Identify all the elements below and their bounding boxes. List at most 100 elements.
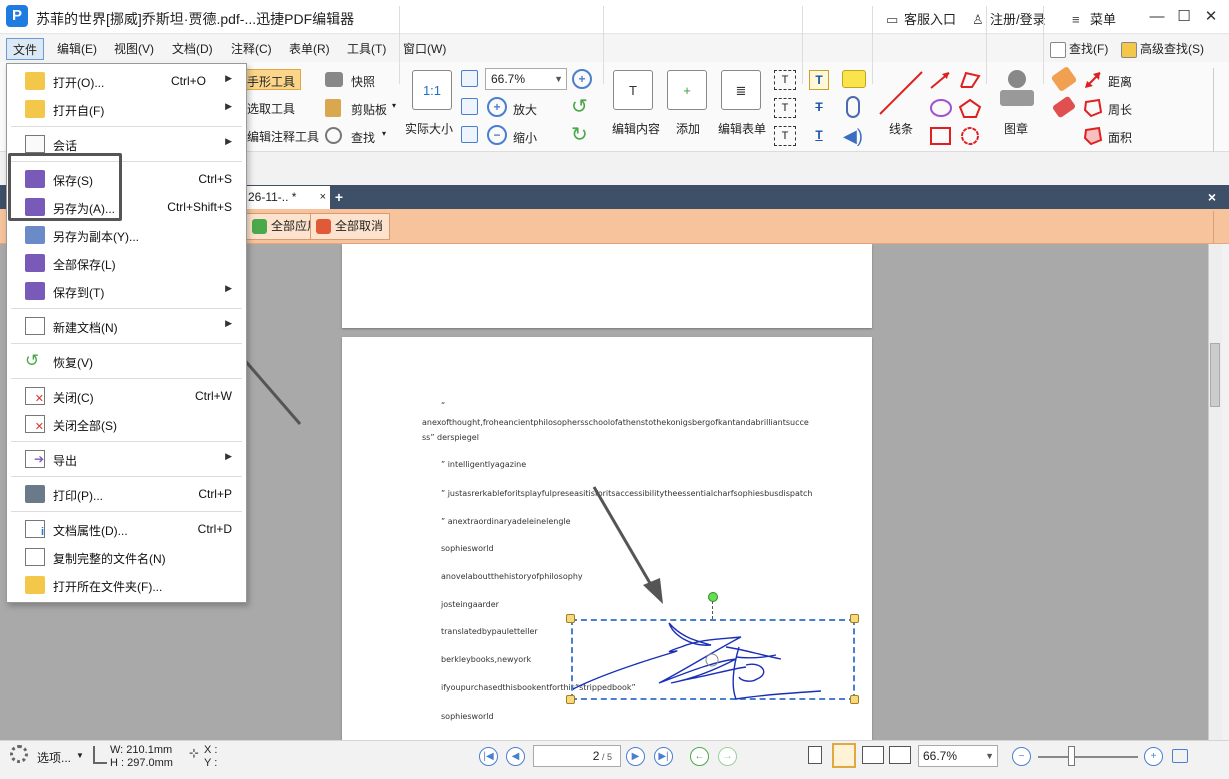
polyline-tool-icon[interactable]: [958, 70, 982, 90]
resize-handle-top-left[interactable]: [566, 614, 575, 623]
menu-tools[interactable]: 工具(T): [341, 38, 392, 60]
menu-item-print[interactable]: 打印(P)... Ctrl+P: [7, 480, 246, 508]
fit-width-icon[interactable]: [461, 98, 478, 115]
menu-form[interactable]: 表单(R): [283, 38, 336, 60]
clipboard-button[interactable]: 剪贴板: [351, 101, 387, 118]
menu-item-save-all[interactable]: 全部保存(L): [7, 249, 246, 277]
tab-close-icon[interactable]: ×: [320, 186, 326, 208]
resize-handle-bottom-right[interactable]: [850, 695, 859, 704]
menu-item-open[interactable]: 打开(O)... Ctrl+O ▶: [7, 67, 246, 95]
zoom-in-button[interactable]: 放大: [513, 101, 537, 118]
continuous-facing-icon[interactable]: [889, 746, 911, 764]
tab-document[interactable]: 26-11-.. * ×: [246, 186, 330, 209]
next-page-button[interactable]: ▶: [626, 747, 645, 766]
scrollbar-thumb[interactable]: [1210, 343, 1220, 407]
rectangle-tool-icon[interactable]: [929, 126, 953, 146]
callout-icon[interactable]: T: [774, 126, 796, 146]
new-tab-button[interactable]: +: [332, 190, 346, 204]
vertical-scrollbar[interactable]: [1208, 244, 1222, 740]
find-button[interactable]: 查找(F): [1050, 38, 1108, 60]
forward-view-button[interactable]: →: [718, 747, 737, 766]
page-number-input[interactable]: 2 / 5: [533, 745, 621, 767]
zoom-tool-icon[interactable]: +: [572, 69, 592, 89]
support-button[interactable]: ▭ 客服入口: [886, 9, 956, 28]
snapshot-button[interactable]: 快照: [351, 73, 375, 90]
continuous-page-icon[interactable]: [832, 743, 856, 768]
add-button[interactable]: 添加: [676, 120, 700, 137]
menu-item-save-copy[interactable]: 另存为副本(Y)...: [7, 221, 246, 249]
menu-item-open-from[interactable]: 打开自(F) ▶: [7, 95, 246, 123]
menu-item-copy-filename[interactable]: 复制完整的文件名(N): [7, 543, 246, 571]
cloud-tool-icon[interactable]: [958, 126, 982, 146]
arrow-tool-icon[interactable]: [929, 70, 953, 90]
status-zoom-select[interactable]: 66.7% ▼: [918, 745, 998, 767]
distance-button[interactable]: 距离: [1108, 73, 1132, 90]
menu-item-document-properties[interactable]: i 文档属性(D)... Ctrl+D: [7, 515, 246, 543]
menu-comment[interactable]: 注释(C): [225, 38, 278, 60]
zoom-in-status-button[interactable]: +: [1144, 747, 1163, 766]
single-page-icon[interactable]: [808, 746, 822, 764]
polygon-tool-icon[interactable]: [958, 98, 982, 118]
menu-item-save-to[interactable]: 保存到(T) ▶: [7, 277, 246, 305]
menu-item-new-document[interactable]: 新建文档(N) ▶: [7, 312, 246, 340]
advanced-find-button[interactable]: 高级查找(S): [1121, 38, 1204, 60]
close-window-button[interactable]: ✕: [1200, 6, 1222, 28]
menu-window[interactable]: 窗口(W): [397, 38, 452, 60]
rotate-left-icon[interactable]: ↺: [571, 97, 588, 117]
menu-item-close[interactable]: ✕ 关闭(C) Ctrl+W: [7, 382, 246, 410]
area-button[interactable]: 面积: [1108, 129, 1132, 146]
zoom-out-status-button[interactable]: −: [1012, 747, 1031, 766]
edit-content-button[interactable]: 编辑内容: [612, 120, 660, 137]
zoom-slider-track[interactable]: [1038, 756, 1138, 758]
zoom-out-button[interactable]: 缩小: [513, 129, 537, 146]
last-page-button[interactable]: ▶|: [654, 747, 673, 766]
menu-file[interactable]: 文件: [6, 38, 45, 60]
toolbar-scroll[interactable]: [1213, 211, 1223, 243]
ribbon-find-button[interactable]: 查找: [351, 129, 375, 146]
ellipse-tool-icon[interactable]: [929, 98, 953, 118]
perimeter-button[interactable]: 周长: [1108, 101, 1132, 118]
options-button[interactable]: 选项...: [37, 749, 71, 766]
close-all-tabs-button[interactable]: ×: [1203, 188, 1221, 206]
fit-page-icon[interactable]: [461, 70, 478, 87]
ribbon-scroll[interactable]: [1213, 68, 1223, 152]
facing-pages-icon[interactable]: [862, 746, 884, 764]
edit-form-button[interactable]: 编辑表单: [718, 120, 766, 137]
resize-handle-bottom-left[interactable]: [566, 695, 575, 704]
typewriter-icon[interactable]: T: [809, 70, 829, 90]
actual-size-button[interactable]: 实际大小: [405, 120, 453, 137]
stamp-button[interactable]: 图章: [1004, 120, 1028, 137]
fit-visible-icon[interactable]: [461, 126, 478, 143]
login-button[interactable]: ♙ 注册/登录: [972, 9, 1046, 28]
app-menu-button[interactable]: ≡ 菜单: [1072, 9, 1116, 28]
underline-icon[interactable]: T: [809, 126, 829, 146]
sound-icon[interactable]: ◀): [843, 126, 863, 146]
attachment-icon[interactable]: [846, 96, 860, 118]
zoom-slider-thumb[interactable]: [1068, 746, 1075, 766]
previous-page-button[interactable]: ◀: [506, 747, 525, 766]
rotate-right-icon[interactable]: ↻: [571, 125, 588, 145]
note-icon[interactable]: [842, 70, 866, 88]
first-page-button[interactable]: |◀: [479, 747, 498, 766]
zoom-select[interactable]: 66.7% ▼: [485, 68, 567, 90]
cancel-all-button[interactable]: 全部取消: [310, 213, 391, 240]
back-view-button[interactable]: ←: [690, 747, 709, 766]
minimize-button[interactable]: —: [1146, 6, 1168, 28]
menu-item-revert[interactable]: ↺ 恢复(V): [7, 347, 246, 375]
text-box-icon[interactable]: T: [774, 70, 796, 90]
menu-edit[interactable]: 编辑(E): [51, 38, 103, 60]
menu-item-export[interactable]: ➔ 导出 ▶: [7, 445, 246, 473]
text-field-icon[interactable]: T: [774, 98, 796, 118]
menu-document[interactable]: 文档(D): [166, 38, 219, 60]
menu-item-open-folder[interactable]: 打开所在文件夹(F)...: [7, 571, 246, 599]
hand-tool-button[interactable]: 手形工具: [243, 69, 301, 90]
line-tool-icon[interactable]: [878, 70, 926, 116]
fullscreen-icon[interactable]: [1172, 749, 1188, 763]
select-tool-button[interactable]: 选取工具: [247, 100, 295, 117]
lines-button[interactable]: 线条: [889, 120, 913, 137]
resize-handle-top-right[interactable]: [850, 614, 859, 623]
rotate-handle[interactable]: [708, 592, 718, 602]
edit-annotation-tool-button[interactable]: 编辑注释工具: [247, 128, 319, 145]
maximize-button[interactable]: ☐: [1173, 6, 1195, 28]
menu-view[interactable]: 视图(V): [108, 38, 160, 60]
